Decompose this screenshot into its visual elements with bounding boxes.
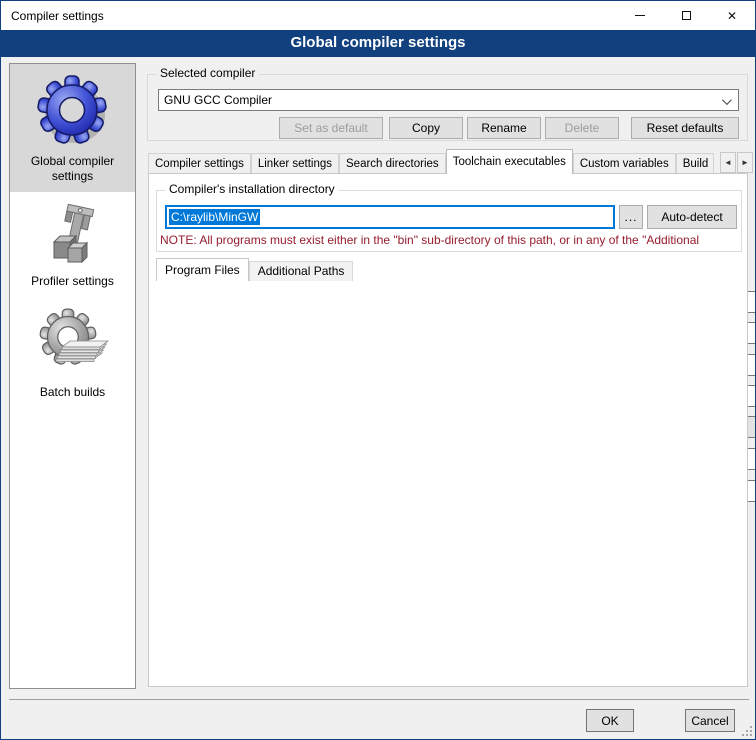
- sidebar-item-label: Profiler settings: [31, 274, 114, 289]
- subtab-program-files[interactable]: Program Files: [156, 258, 249, 281]
- sidebar-item-profiler-settings[interactable]: Profiler settings: [10, 192, 135, 297]
- maximize-icon: [682, 11, 691, 20]
- selected-compiler-group: Selected compiler GNU GCC Compiler Set a…: [147, 74, 748, 141]
- tab-scroll-right-button[interactable]: ►: [737, 152, 753, 173]
- tab-build-options[interactable]: Build: [676, 153, 714, 174]
- installation-directory-group-label: Compiler's installation directory: [165, 182, 339, 196]
- tab-compiler-settings[interactable]: Compiler settings: [148, 153, 251, 174]
- compiler-button-row: Set as default Copy Rename Delete Reset …: [148, 117, 739, 139]
- sidebar-item-global-compiler-settings[interactable]: Global compiler settings: [10, 64, 135, 192]
- ellipsis-icon: ...: [624, 210, 637, 224]
- compiler-tabstrip: Compiler settings Linker settings Search…: [148, 149, 718, 174]
- selected-compiler-value: GNU GCC Compiler: [164, 93, 272, 107]
- ok-button[interactable]: OK: [586, 709, 634, 732]
- sidebar-item-label: Global compiler settings: [14, 154, 131, 184]
- tab-toolchain-executables[interactable]: Toolchain executables: [446, 149, 573, 174]
- page-title: Global compiler settings: [1, 30, 755, 57]
- selected-compiler-group-label: Selected compiler: [156, 66, 259, 80]
- arrow-right-icon: ►: [741, 158, 749, 167]
- gray-gear-stack-icon: [36, 307, 110, 379]
- cancel-button[interactable]: Cancel: [685, 709, 735, 732]
- chevron-down-icon: [722, 95, 732, 105]
- close-button[interactable]: ✕: [709, 1, 755, 30]
- footer-divider: [9, 699, 749, 700]
- caption-controls: ✕: [617, 1, 755, 30]
- settings-sidebar: Global compiler settings: [9, 63, 136, 689]
- installation-directory-group: Compiler's installation directory C:\ray…: [156, 190, 742, 252]
- minimize-icon: [635, 15, 645, 16]
- copy-button[interactable]: Copy: [389, 117, 463, 139]
- installation-directory-browse-button[interactable]: ...: [619, 205, 643, 229]
- maximize-button[interactable]: [663, 1, 709, 30]
- tab-custom-variables[interactable]: Custom variables: [573, 153, 676, 174]
- installation-directory-value: C:\raylib\MinGW: [169, 209, 260, 225]
- set-as-default-button[interactable]: Set as default: [279, 117, 383, 139]
- installation-directory-input[interactable]: C:\raylib\MinGW: [165, 205, 615, 229]
- sidebar-item-batch-builds[interactable]: Batch builds: [10, 297, 135, 408]
- selected-compiler-combobox[interactable]: GNU GCC Compiler: [158, 89, 739, 111]
- auto-detect-button[interactable]: Auto-detect: [647, 205, 737, 229]
- subtab-additional-paths[interactable]: Additional Paths: [249, 261, 354, 281]
- delete-button[interactable]: Delete: [545, 117, 619, 139]
- program-files-tabstrip: Program Files Additional Paths: [156, 258, 353, 281]
- tab-search-directories[interactable]: Search directories: [339, 153, 446, 174]
- blue-gear-icon: [36, 74, 110, 148]
- sidebar-item-label: Batch builds: [40, 385, 105, 400]
- window-title: Compiler settings: [11, 9, 104, 23]
- reset-defaults-button[interactable]: Reset defaults: [631, 117, 739, 139]
- resize-grip[interactable]: [741, 725, 753, 737]
- caliper-icon: [40, 202, 106, 268]
- close-icon: ✕: [727, 10, 737, 22]
- minimize-button[interactable]: [617, 1, 663, 30]
- tab-scroll-left-button[interactable]: ◄: [720, 152, 736, 173]
- installation-directory-note: NOTE: All programs must exist either in …: [160, 233, 740, 247]
- compiler-settings-window: Compiler settings ✕ Global compiler sett…: [0, 0, 756, 740]
- arrow-left-icon: ◄: [724, 158, 732, 167]
- tab-linker-settings[interactable]: Linker settings: [251, 153, 339, 174]
- rename-button[interactable]: Rename: [467, 117, 541, 139]
